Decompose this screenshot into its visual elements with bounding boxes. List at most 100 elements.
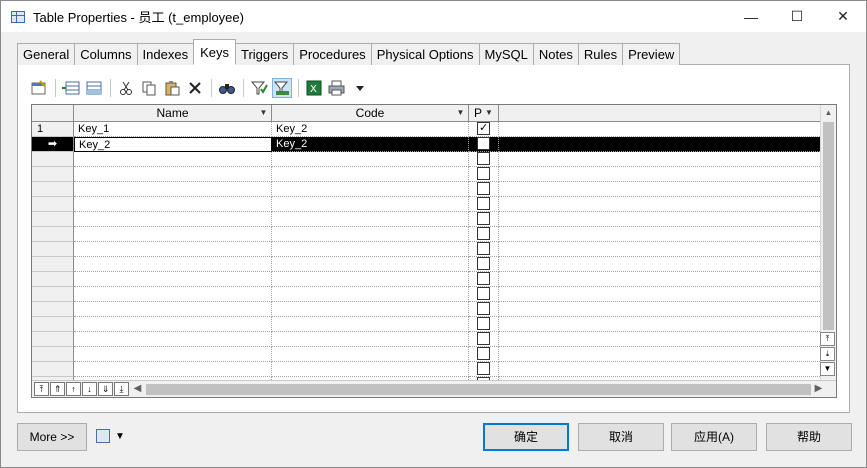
primary-checkbox[interactable] [477, 152, 490, 165]
primary-checkbox[interactable] [477, 137, 490, 150]
move-top-icon[interactable]: ⤒ [820, 332, 835, 346]
row-header[interactable] [32, 227, 74, 242]
primary-checkbox[interactable] [477, 317, 490, 330]
tab-general[interactable]: General [17, 43, 76, 65]
find-icon[interactable] [217, 78, 237, 98]
row-header[interactable] [32, 287, 74, 302]
primary-checkbox[interactable] [477, 287, 490, 300]
filter-icon[interactable] [249, 78, 269, 98]
primary-checkbox[interactable] [477, 272, 490, 285]
code-cell[interactable] [272, 212, 469, 227]
close-button[interactable]: ✕ [820, 1, 866, 32]
row-header[interactable]: 1 [32, 122, 74, 137]
name-cell[interactable] [74, 227, 272, 242]
row-header[interactable] [32, 362, 74, 377]
name-cell[interactable] [74, 362, 272, 377]
apply-button[interactable]: 应用(A) [671, 423, 757, 451]
minimize-button[interactable]: — [728, 1, 774, 32]
move-down-page-icon[interactable]: ⇓ [98, 382, 113, 396]
move-first-icon[interactable]: ⤒ [34, 382, 49, 396]
tab-columns[interactable]: Columns [74, 43, 138, 65]
row-header[interactable] [32, 242, 74, 257]
row-header[interactable] [32, 257, 74, 272]
column-dropdown-icon[interactable]: ▼ [485, 108, 496, 118]
excel-icon[interactable]: X [304, 78, 324, 98]
move-down-icon[interactable]: ↓ [82, 382, 97, 396]
name-cell[interactable] [74, 287, 272, 302]
tab-rules[interactable]: Rules [577, 43, 624, 65]
print-options-dropdown[interactable]: ▼ [96, 429, 125, 443]
primary-checkbox[interactable] [477, 182, 490, 195]
name-cell[interactable] [74, 242, 272, 257]
row-header[interactable] [32, 317, 74, 332]
tab-preview[interactable]: Preview [622, 43, 681, 65]
copy-icon[interactable] [139, 78, 159, 98]
row-header[interactable] [32, 272, 74, 287]
scroll-up-icon[interactable]: ▲ [821, 105, 836, 120]
scroll-right-icon[interactable]: ▶ [811, 381, 826, 397]
name-cell[interactable] [74, 197, 272, 212]
scroll-left-icon[interactable]: ◀ [130, 381, 145, 397]
code-cell[interactable] [272, 332, 469, 347]
primary-checkbox[interactable] [477, 242, 490, 255]
primary-checkbox[interactable] [477, 167, 490, 180]
code-cell[interactable]: Key_2 [272, 122, 469, 137]
code-cell[interactable] [272, 287, 469, 302]
column-header-code[interactable]: Code ▼ [272, 105, 469, 122]
print-icon[interactable] [327, 78, 347, 98]
code-cell[interactable] [272, 257, 469, 272]
name-cell[interactable] [74, 272, 272, 287]
move-bottom-icon[interactable]: ⤓ [820, 347, 835, 361]
code-cell[interactable] [272, 167, 469, 182]
column-dropdown-icon[interactable]: ▼ [258, 108, 269, 118]
horizontal-scroll-thumb[interactable] [146, 384, 811, 395]
name-cell[interactable] [74, 317, 272, 332]
code-cell[interactable] [272, 152, 469, 167]
primary-checkbox[interactable] [477, 362, 490, 375]
name-cell[interactable] [74, 332, 272, 347]
dropdown-icon[interactable] [350, 78, 370, 98]
row-header[interactable] [32, 197, 74, 212]
tab-procedures[interactable]: Procedures [293, 43, 372, 65]
add-row-icon[interactable] [84, 78, 104, 98]
name-cell[interactable] [74, 152, 272, 167]
move-up-page-icon[interactable]: ⇑ [50, 382, 65, 396]
tab-keys[interactable]: Keys [193, 39, 236, 65]
tab-physical-options[interactable]: Physical Options [370, 43, 480, 65]
primary-checkbox[interactable] [477, 121, 490, 135]
name-cell[interactable] [74, 167, 272, 182]
primary-checkbox[interactable] [477, 227, 490, 240]
insert-row-icon[interactable] [61, 78, 81, 98]
customize-columns-icon[interactable] [272, 78, 292, 98]
code-cell[interactable] [272, 227, 469, 242]
paste-icon[interactable] [162, 78, 182, 98]
move-up-icon[interactable]: ↑ [66, 382, 81, 396]
name-cell[interactable] [74, 347, 272, 362]
code-cell[interactable] [272, 362, 469, 377]
column-header-name[interactable]: Name ▼ [74, 105, 272, 122]
code-cell[interactable] [272, 197, 469, 212]
vertical-scroll-thumb[interactable] [823, 122, 834, 330]
primary-checkbox[interactable] [477, 212, 490, 225]
primary-checkbox[interactable] [477, 197, 490, 210]
horizontal-scrollbar[interactable]: ⤒ ⇑ ↑ ↓ ⇓ ⤓ ◀ ▶ [32, 380, 836, 397]
ok-button[interactable]: 确定 [483, 423, 569, 451]
move-last-icon[interactable]: ⤓ [114, 382, 129, 396]
properties-icon[interactable] [29, 78, 49, 98]
maximize-button[interactable]: ☐ [774, 1, 820, 32]
column-dropdown-icon[interactable]: ▼ [455, 108, 466, 118]
row-header[interactable]: ➡ [32, 137, 74, 152]
tab-mysql[interactable]: MySQL [478, 43, 534, 65]
code-cell[interactable] [272, 272, 469, 287]
tab-notes[interactable]: Notes [532, 43, 579, 65]
move-end-icon[interactable]: ▼ [820, 362, 835, 376]
tab-indexes[interactable]: Indexes [136, 43, 195, 65]
row-header[interactable] [32, 152, 74, 167]
column-header-primary[interactable]: P ▼ [469, 105, 499, 122]
tab-triggers[interactable]: Triggers [235, 43, 295, 65]
primary-checkbox[interactable] [477, 347, 490, 360]
row-header[interactable] [32, 182, 74, 197]
name-cell[interactable]: Key_2 [74, 137, 272, 152]
primary-checkbox[interactable] [477, 257, 490, 270]
primary-checkbox[interactable] [477, 302, 490, 315]
